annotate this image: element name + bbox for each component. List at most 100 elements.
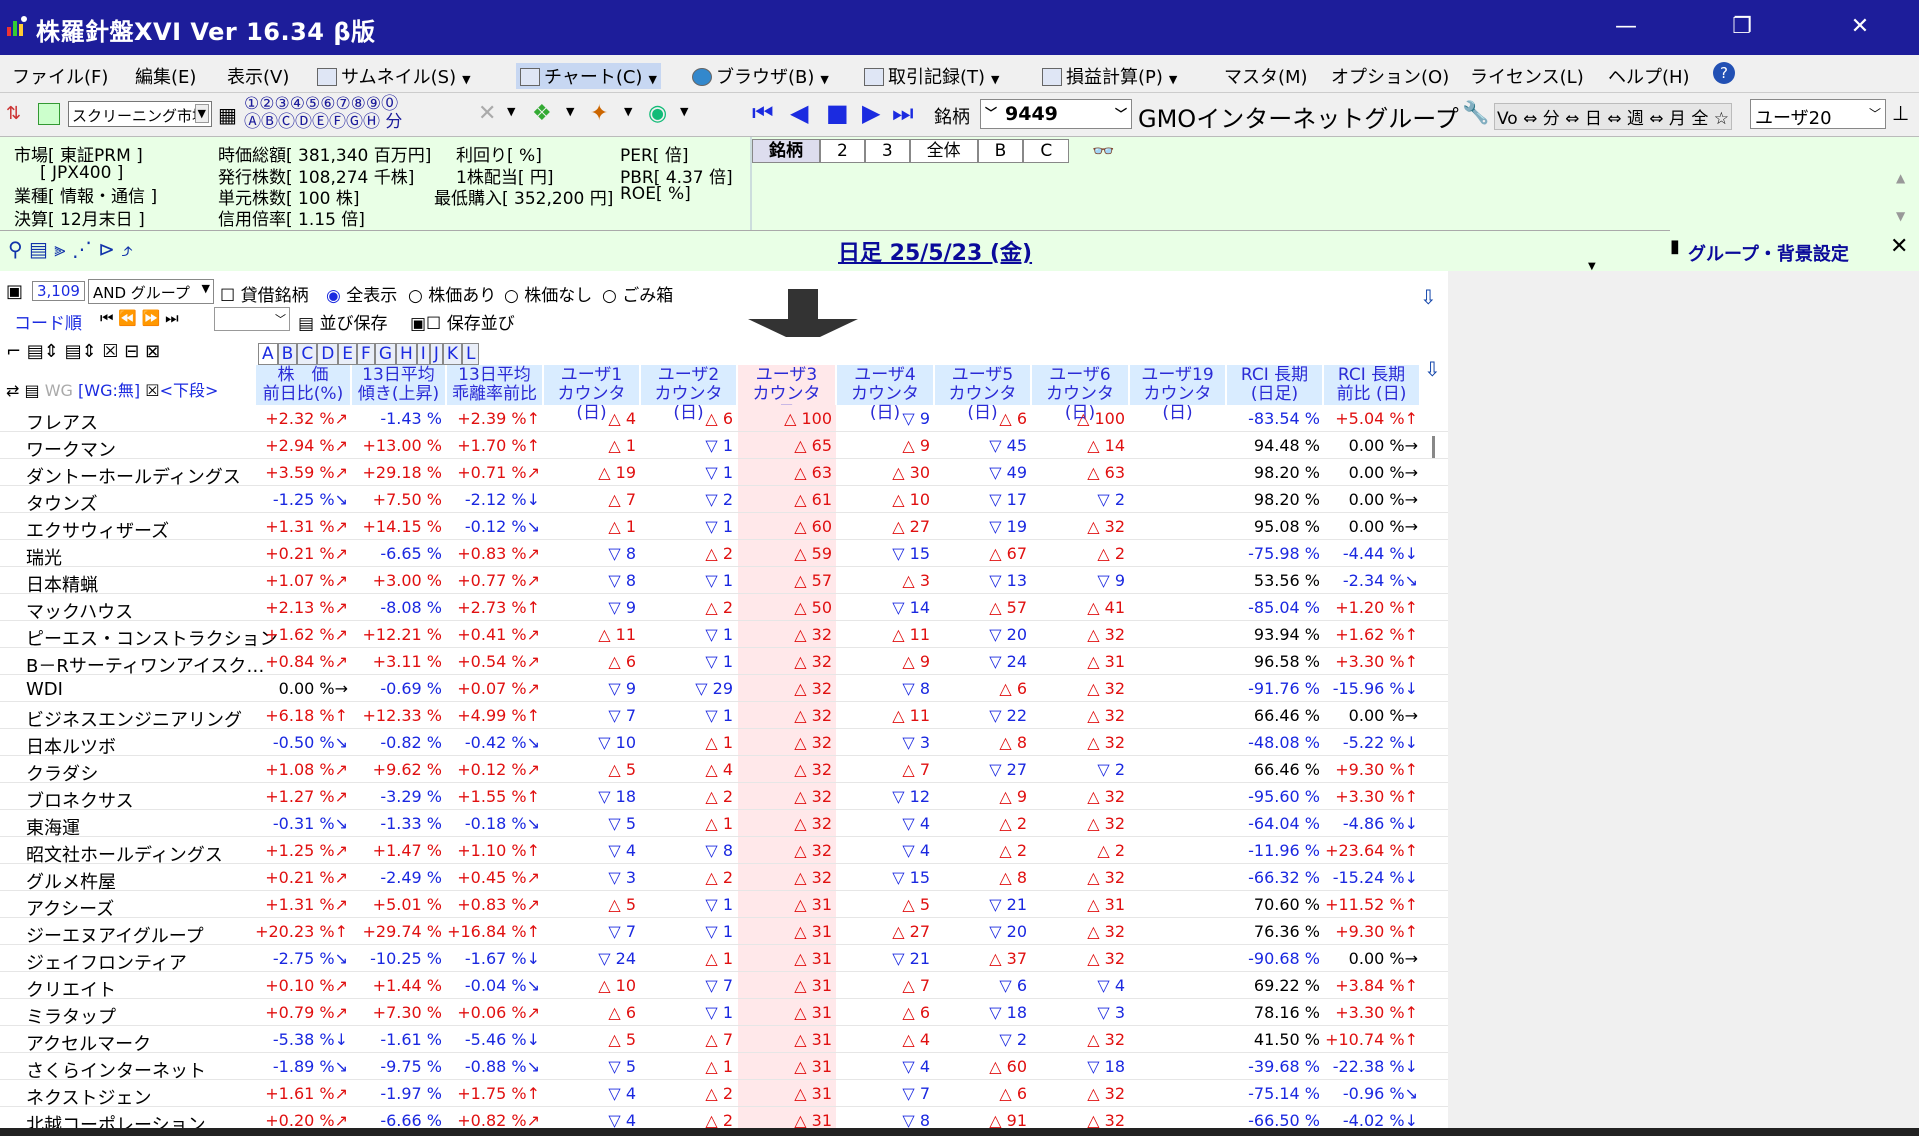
col-user5[interactable]: ユーザ5 カウンタ(日) (935, 365, 1031, 423)
col-rci-change[interactable]: RCI 長期 前比 (日) (1324, 365, 1420, 405)
download-icon[interactable]: ⇩ (1420, 285, 1437, 309)
code-input[interactable]: 9449 ﹀ ﹀ (980, 99, 1132, 129)
letter-e[interactable]: E (338, 343, 358, 365)
download2-icon[interactable]: ⇩ (1424, 357, 1441, 381)
col-user1[interactable]: ユーザ1 カウンタ(日) (544, 365, 640, 423)
table-row[interactable]: マックハウス +2.13 %↗ -8.08 % +2.73 %↑ ▽ 9 △ 2 △ 50 ▽… (0, 594, 1448, 623)
table-row[interactable]: ダントーホールディングス +3.59 %↗ +29.18 % +0.71 %↗ △ 19… (0, 459, 1448, 488)
save-order-button[interactable]: ▤ 並び保存 (298, 309, 387, 334)
binocular-icon[interactable]: 👓 (1092, 141, 1114, 162)
table-row[interactable]: ブロネクサス +1.27 %↗ -3.29 % +1.55 %↑ ▽ 18 △ 2 △ 32… (0, 783, 1448, 812)
menu-pnl[interactable]: 損益計算(P) ▼ (1042, 63, 1177, 89)
letter-k[interactable]: K (442, 343, 462, 365)
letter-j[interactable]: J (429, 343, 443, 365)
scroll-down-icon[interactable]: ▼ (1896, 209, 1905, 223)
tab-3[interactable]: 3 (864, 139, 910, 163)
chart-tool-icons[interactable]: ⚲ ▤ ⫸ ⋰ ⊳ ⤴ (8, 237, 133, 261)
cross-icon[interactable]: ✕ (478, 101, 496, 126)
tab-b[interactable]: B (977, 139, 1024, 163)
menu-trade-log[interactable]: 取引記録(T) ▼ (864, 63, 1000, 89)
list-icon[interactable]: ▣ (6, 281, 23, 302)
col-user3[interactable]: ユーザ3カウンタ(日) (738, 365, 836, 423)
table-row[interactable]: WDI 0.00 %→ -0.69 % +0.07 %↗ ▽ 9 ▽ 29 △ 32 ▽ 8 △… (0, 675, 1448, 702)
col-user19[interactable]: ユーザ19 カウンタ(日) (1130, 365, 1226, 423)
close-button[interactable]: ✕ (1840, 14, 1880, 39)
table-row[interactable]: ワークマン +2.94 %↗ +13.00 % +1.70 %↑ △ 1 ▽ 1 △ 65 △… (0, 432, 1448, 461)
radio-trash[interactable]: ○ ごみ箱 (602, 281, 673, 306)
col-price[interactable]: 株 価前日比(%) (256, 365, 351, 405)
table-row[interactable]: ジーエヌアイグループ +20.23 %↑ +29.74 % +16.84 %↑ ▽ 7 ▽… (0, 918, 1448, 947)
cross-dropdown[interactable]: ▼ (507, 105, 515, 118)
table-row[interactable]: フレアス +2.32 %↗ -1.43 % +2.39 %↑ △ 4 △ 6 △ 100 ▽ … (0, 405, 1448, 434)
number-buttons[interactable]: ①②③④⑤⑥⑦⑧⑨⓪ ⒶⒷⒸⒹⒺⒻⒼⒽ 分 (244, 95, 402, 131)
table-row[interactable]: アクセルマーク -5.38 %↓ -1.61 % -5.46 %↓ △ 5 △ 7 △ 31… (0, 1026, 1448, 1055)
letter-c[interactable]: C (297, 343, 318, 365)
group-select[interactable]: AND グループ ▼ (88, 279, 214, 304)
lend-checkbox[interactable]: ☐ 貸借銘柄 (220, 281, 309, 306)
screening-icon[interactable]: ❖ (532, 101, 552, 126)
table-row[interactable]: 日本精蝋 +1.07 %↗ +3.00 % +0.77 %↗ ▽ 8 ▽ 1 △ 57 △ 3… (0, 567, 1448, 596)
table-row[interactable]: ピーエス・コンストラクション +1.62 %↗ +12.21 % +0.41 %↗ △ … (0, 621, 1448, 650)
chart-date[interactable]: 日足 25/5/23 (金) (838, 235, 1032, 267)
letter-b[interactable]: B (277, 343, 298, 365)
sort-order-label[interactable]: コード順 (14, 309, 82, 334)
globe2-icon[interactable]: ◉ (648, 101, 667, 126)
table-row[interactable]: ミラタップ +0.79 %↗ +7.30 % +0.06 %↗ △ 6 ▽ 1 △ 31 △ … (0, 999, 1448, 1028)
col-user2[interactable]: ユーザ2 カウンタ(日) (641, 365, 737, 423)
sort-icon[interactable]: ⇅ (6, 103, 21, 124)
table-row[interactable]: 東海運 -0.31 %↘ -1.33 % -0.18 %↘ ▽ 5 △ 1 △ 32 ▽ 4 △… (0, 810, 1448, 839)
table-row[interactable]: 瑞光 +0.21 %↗ -6.65 % +0.83 %↗ ▽ 8 △ 2 △ 59 ▽ 15 △… (0, 540, 1448, 569)
screening-dropdown[interactable]: ▼ (566, 105, 574, 118)
minimize-button[interactable]: — (1606, 14, 1646, 39)
table-row[interactable]: エクサウィザーズ +1.31 %↗ +14.15 % -0.12 %↘ △ 1 ▽ 1 △ … (0, 513, 1448, 542)
saved-order-checkbox[interactable]: ▣☐ 保存並び (410, 309, 515, 334)
table-row[interactable]: B－Rサーティワンアイスク… +0.84 %↗ +3.11 % +0.54 %↗ △ 6… (0, 648, 1448, 677)
menu-license[interactable]: ライセンス(L) (1470, 63, 1584, 89)
letter-h[interactable]: H (396, 343, 417, 365)
first-icon[interactable]: ⏮ (752, 99, 774, 127)
table-row[interactable]: 昭文社ホールディングス +1.25 %↗ +1.47 % +1.10 %↑ ▽ 4 ▽ 8… (0, 837, 1448, 866)
filter-icon[interactable]: ✦ (590, 101, 608, 126)
menu-view[interactable]: 表示(V) (227, 63, 289, 89)
pin-icon[interactable]: ⊥ (1892, 101, 1909, 125)
table-row[interactable]: タウンズ -1.25 %↘ +7.50 % -2.12 %↓ △ 7 ▽ 2 △ 61 △ 1… (0, 486, 1448, 515)
menu-chart[interactable]: チャート(C) ▼ (516, 63, 661, 89)
globe-dropdown[interactable]: ▼ (680, 105, 688, 118)
table-row[interactable]: アクシーズ +1.31 %↗ +5.01 % +0.83 %↗ △ 5 ▽ 1 △ 31 △ … (0, 891, 1448, 920)
side-close-icon[interactable]: ✕ (1890, 234, 1908, 259)
table-row[interactable]: ジェイフロンティア -2.75 %↘ -10.25 % -1.67 %↓ ▽ 24 △ 1… (0, 945, 1448, 974)
nav-buttons[interactable]: ⏮ ⏪ ⏩ ⏭ (100, 309, 179, 327)
table-row[interactable]: クリエイト +0.10 %↗ +1.44 % -0.04 %↘ △ 10 ▽ 7 △ 31 △… (0, 972, 1448, 1001)
col-slope[interactable]: 13日平均 傾き(上昇) (352, 365, 446, 405)
menu-master[interactable]: マスタ(M) (1224, 63, 1308, 89)
tab-meigara[interactable]: 銘柄 (752, 139, 820, 163)
menu-file[interactable]: ファイル(F) (12, 63, 108, 89)
tab-all[interactable]: 全体 (909, 139, 978, 163)
tab-c[interactable]: C (1023, 139, 1070, 163)
sort-select[interactable]: ﹀ (214, 307, 290, 331)
menu-thumbnail[interactable]: サムネイル(S) ▼ (317, 63, 471, 89)
col-user6[interactable]: ユーザ6 カウンタ(日) (1032, 365, 1129, 423)
menu-edit[interactable]: 編集(E) (135, 63, 196, 89)
header-tools[interactable]: ⌐ ▤⇕ ▤⇕ ☒ ⊟ ⊠ (6, 341, 160, 362)
radio-price[interactable]: ○ 株価あり (408, 281, 496, 306)
restore-button[interactable]: ❐ (1722, 14, 1762, 39)
help-icon[interactable]: ? (1713, 62, 1735, 84)
col-user4[interactable]: ユーザ4 カウンタ(日) (837, 365, 934, 423)
next-icon[interactable]: ▶ (862, 99, 880, 127)
table-row[interactable]: クラダシ +1.08 %↗ +9.62 % +0.12 %↗ △ 5 △ 4 △ 32 △ 7… (0, 756, 1448, 785)
letter-l[interactable]: L (461, 343, 480, 365)
wg-row[interactable]: ⇄ ▤ WG [WG:無] ☒<下段> (6, 377, 218, 401)
radio-all[interactable]: ◉ 全表示 (326, 281, 397, 306)
table-row[interactable]: さくらインターネット -1.89 %↘ -9.75 % -0.88 %↘ ▽ 5 △ 1 △… (0, 1053, 1448, 1082)
menu-help[interactable]: ヘルプ(H) (1608, 63, 1690, 89)
market-select[interactable]: スクリーニング市場 ▼ (68, 101, 212, 127)
table-row[interactable]: グルメ杵屋 +0.21 %↗ -2.49 % +0.45 %↗ ▽ 3 △ 2 △ 32 ▽ … (0, 864, 1448, 893)
prev-icon[interactable]: ◀ (790, 99, 808, 127)
menu-options[interactable]: オプション(O) (1331, 63, 1449, 89)
letter-g[interactable]: G (374, 343, 396, 365)
table-row[interactable]: ビジネスエンジニアリング +6.18 %↑ +12.33 % +4.99 %↑ ▽ 7 ▽… (0, 702, 1448, 731)
table-row[interactable]: ネクストジェン +1.61 %↗ -1.97 % +1.75 %↑ ▽ 4 △ 2 △ 31… (0, 1080, 1448, 1109)
user-select[interactable]: ユーザ20 ﹀ (1750, 99, 1886, 129)
letter-d[interactable]: D (317, 343, 339, 365)
